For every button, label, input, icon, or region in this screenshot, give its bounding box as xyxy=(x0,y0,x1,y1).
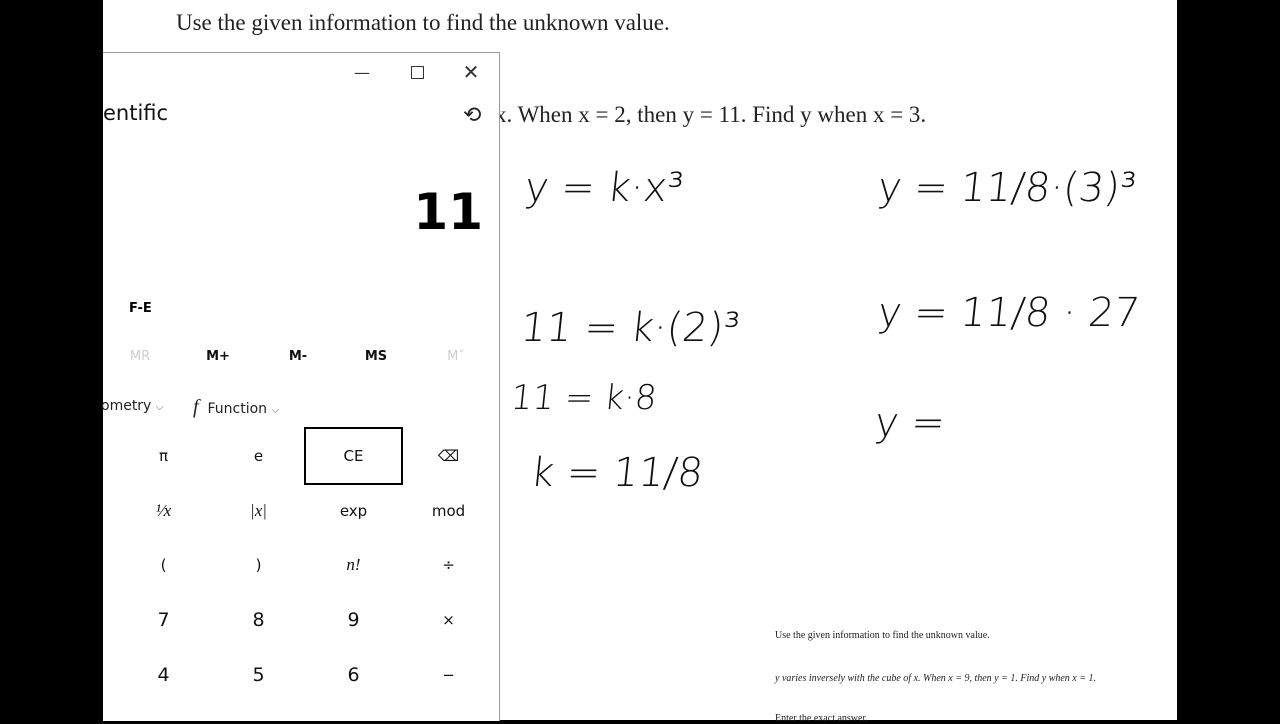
history-icon: ⟲ xyxy=(463,103,482,128)
memory-store-button[interactable]: MS xyxy=(346,349,406,364)
close-icon: ✕ xyxy=(462,60,480,84)
key-8[interactable]: 8 xyxy=(211,593,306,647)
key-subtract[interactable]: − xyxy=(401,648,496,702)
thumb-heading: Use the given information to find the un… xyxy=(775,630,990,641)
key-e[interactable]: e xyxy=(211,429,306,483)
trigonometry-dropdown[interactable]: ometry ⌵ xyxy=(101,398,163,414)
key-absolute[interactable]: |x| xyxy=(211,484,306,538)
key-reciprocal[interactable]: ¹⁄x xyxy=(116,484,211,538)
calculator-window: — ✕ entific ⟲ 11 F-E MR M+ M- MS M˅ omet… xyxy=(101,52,500,721)
work-line-1: y = k·x³ xyxy=(522,165,686,211)
key-5[interactable]: 5 xyxy=(211,648,306,702)
minimize-icon: — xyxy=(354,62,370,82)
key-mod[interactable]: mod xyxy=(401,484,496,538)
work-line-7: y = xyxy=(872,400,948,446)
key-exp[interactable]: exp xyxy=(306,484,401,538)
work-line-6: y = 11/8 · 27 xyxy=(875,290,1142,336)
chevron-down-icon: ⌵ xyxy=(271,405,280,416)
thumb-problem: y varies inversely with the cube of x. W… xyxy=(775,673,1096,684)
function-dropdown[interactable]: f Function ⌵ xyxy=(193,396,279,419)
thumb-prompt: Enter the exact answer. xyxy=(775,713,868,724)
history-button[interactable]: ⟲ xyxy=(463,103,481,128)
key-backspace[interactable]: ⌫ xyxy=(401,429,496,483)
key-open-paren[interactable]: ( xyxy=(116,538,211,592)
maximize-icon xyxy=(410,65,424,79)
work-line-5: y = 11/8·(3)³ xyxy=(875,165,1139,211)
problem-text: x. When x = 2, then y = 11. Find y when … xyxy=(495,102,927,127)
memory-subtract-button[interactable]: M- xyxy=(268,349,328,364)
key-4[interactable]: 4 xyxy=(116,648,211,702)
key-7[interactable]: 7 xyxy=(116,593,211,647)
trigonometry-label: ometry xyxy=(101,398,152,414)
page-heading: Use the given information to find the un… xyxy=(176,10,670,35)
key-6[interactable]: 6 xyxy=(306,648,401,702)
work-line-2: 11 = k·(2)³ xyxy=(518,305,742,351)
key-clear-entry[interactable]: CE xyxy=(304,427,403,485)
work-line-3: 11 = k·8 xyxy=(508,378,659,418)
minimize-button[interactable]: — xyxy=(335,53,389,91)
memory-add-button[interactable]: M+ xyxy=(188,349,248,364)
display-value: 11 xyxy=(413,183,483,241)
function-label: Function xyxy=(207,401,268,417)
chevron-down-icon: ⌵ xyxy=(155,402,164,413)
fe-button[interactable]: F-E xyxy=(129,301,152,316)
maximize-button[interactable] xyxy=(390,53,444,91)
key-multiply[interactable]: × xyxy=(401,593,496,647)
key-9[interactable]: 9 xyxy=(306,593,401,647)
key-close-paren[interactable]: ) xyxy=(211,538,306,592)
memory-recall-button[interactable]: MR xyxy=(110,349,170,364)
work-line-4: k = 11/8 xyxy=(528,450,706,496)
close-button[interactable]: ✕ xyxy=(444,53,498,91)
key-divide[interactable]: ÷ xyxy=(401,538,496,592)
function-icon: f xyxy=(193,396,199,418)
key-factorial[interactable]: n! xyxy=(306,538,401,592)
memory-list-button[interactable]: M˅ xyxy=(426,349,486,364)
mode-title: entific xyxy=(103,101,169,125)
key-pi[interactable]: π xyxy=(116,429,211,483)
